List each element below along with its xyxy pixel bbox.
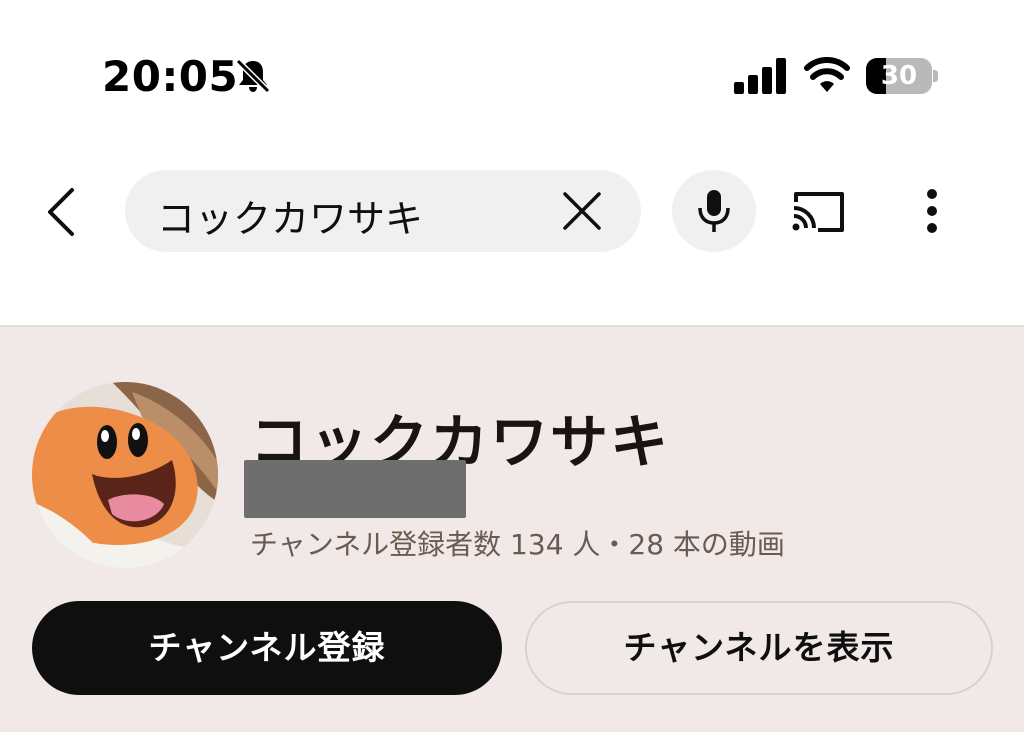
channel-card: コックカワサキ チャンネル登録者数 134 人・28 本の動画 チャンネル登録 … bbox=[0, 325, 1024, 732]
wifi-icon bbox=[804, 57, 850, 92]
battery-icon: 30 bbox=[866, 58, 938, 94]
cellular-signal-icon bbox=[734, 58, 786, 94]
microphone-icon bbox=[698, 190, 730, 232]
cast-icon[interactable] bbox=[788, 186, 848, 236]
status-bar: 20:05 30 bbox=[0, 0, 1024, 150]
close-icon[interactable] bbox=[559, 188, 605, 234]
battery-level: 30 bbox=[880, 61, 918, 91]
search-query: コックカワサキ bbox=[157, 197, 424, 241]
redacted-channel-handle bbox=[244, 460, 466, 518]
channel-stats: チャンネル登録者数 134 人・28 本の動画 bbox=[250, 528, 785, 561]
status-time: 20:05 bbox=[102, 52, 239, 101]
voice-search-button[interactable] bbox=[672, 170, 756, 252]
back-chevron-icon[interactable] bbox=[38, 182, 86, 242]
more-vertical-icon[interactable] bbox=[914, 186, 950, 236]
subscribe-button[interactable]: チャンネル登録 bbox=[32, 601, 502, 695]
view-channel-button[interactable]: チャンネルを表示 bbox=[525, 601, 993, 695]
search-input[interactable]: コックカワサキ bbox=[125, 170, 641, 252]
bell-slash-icon bbox=[235, 58, 271, 94]
channel-avatar[interactable] bbox=[32, 382, 218, 568]
